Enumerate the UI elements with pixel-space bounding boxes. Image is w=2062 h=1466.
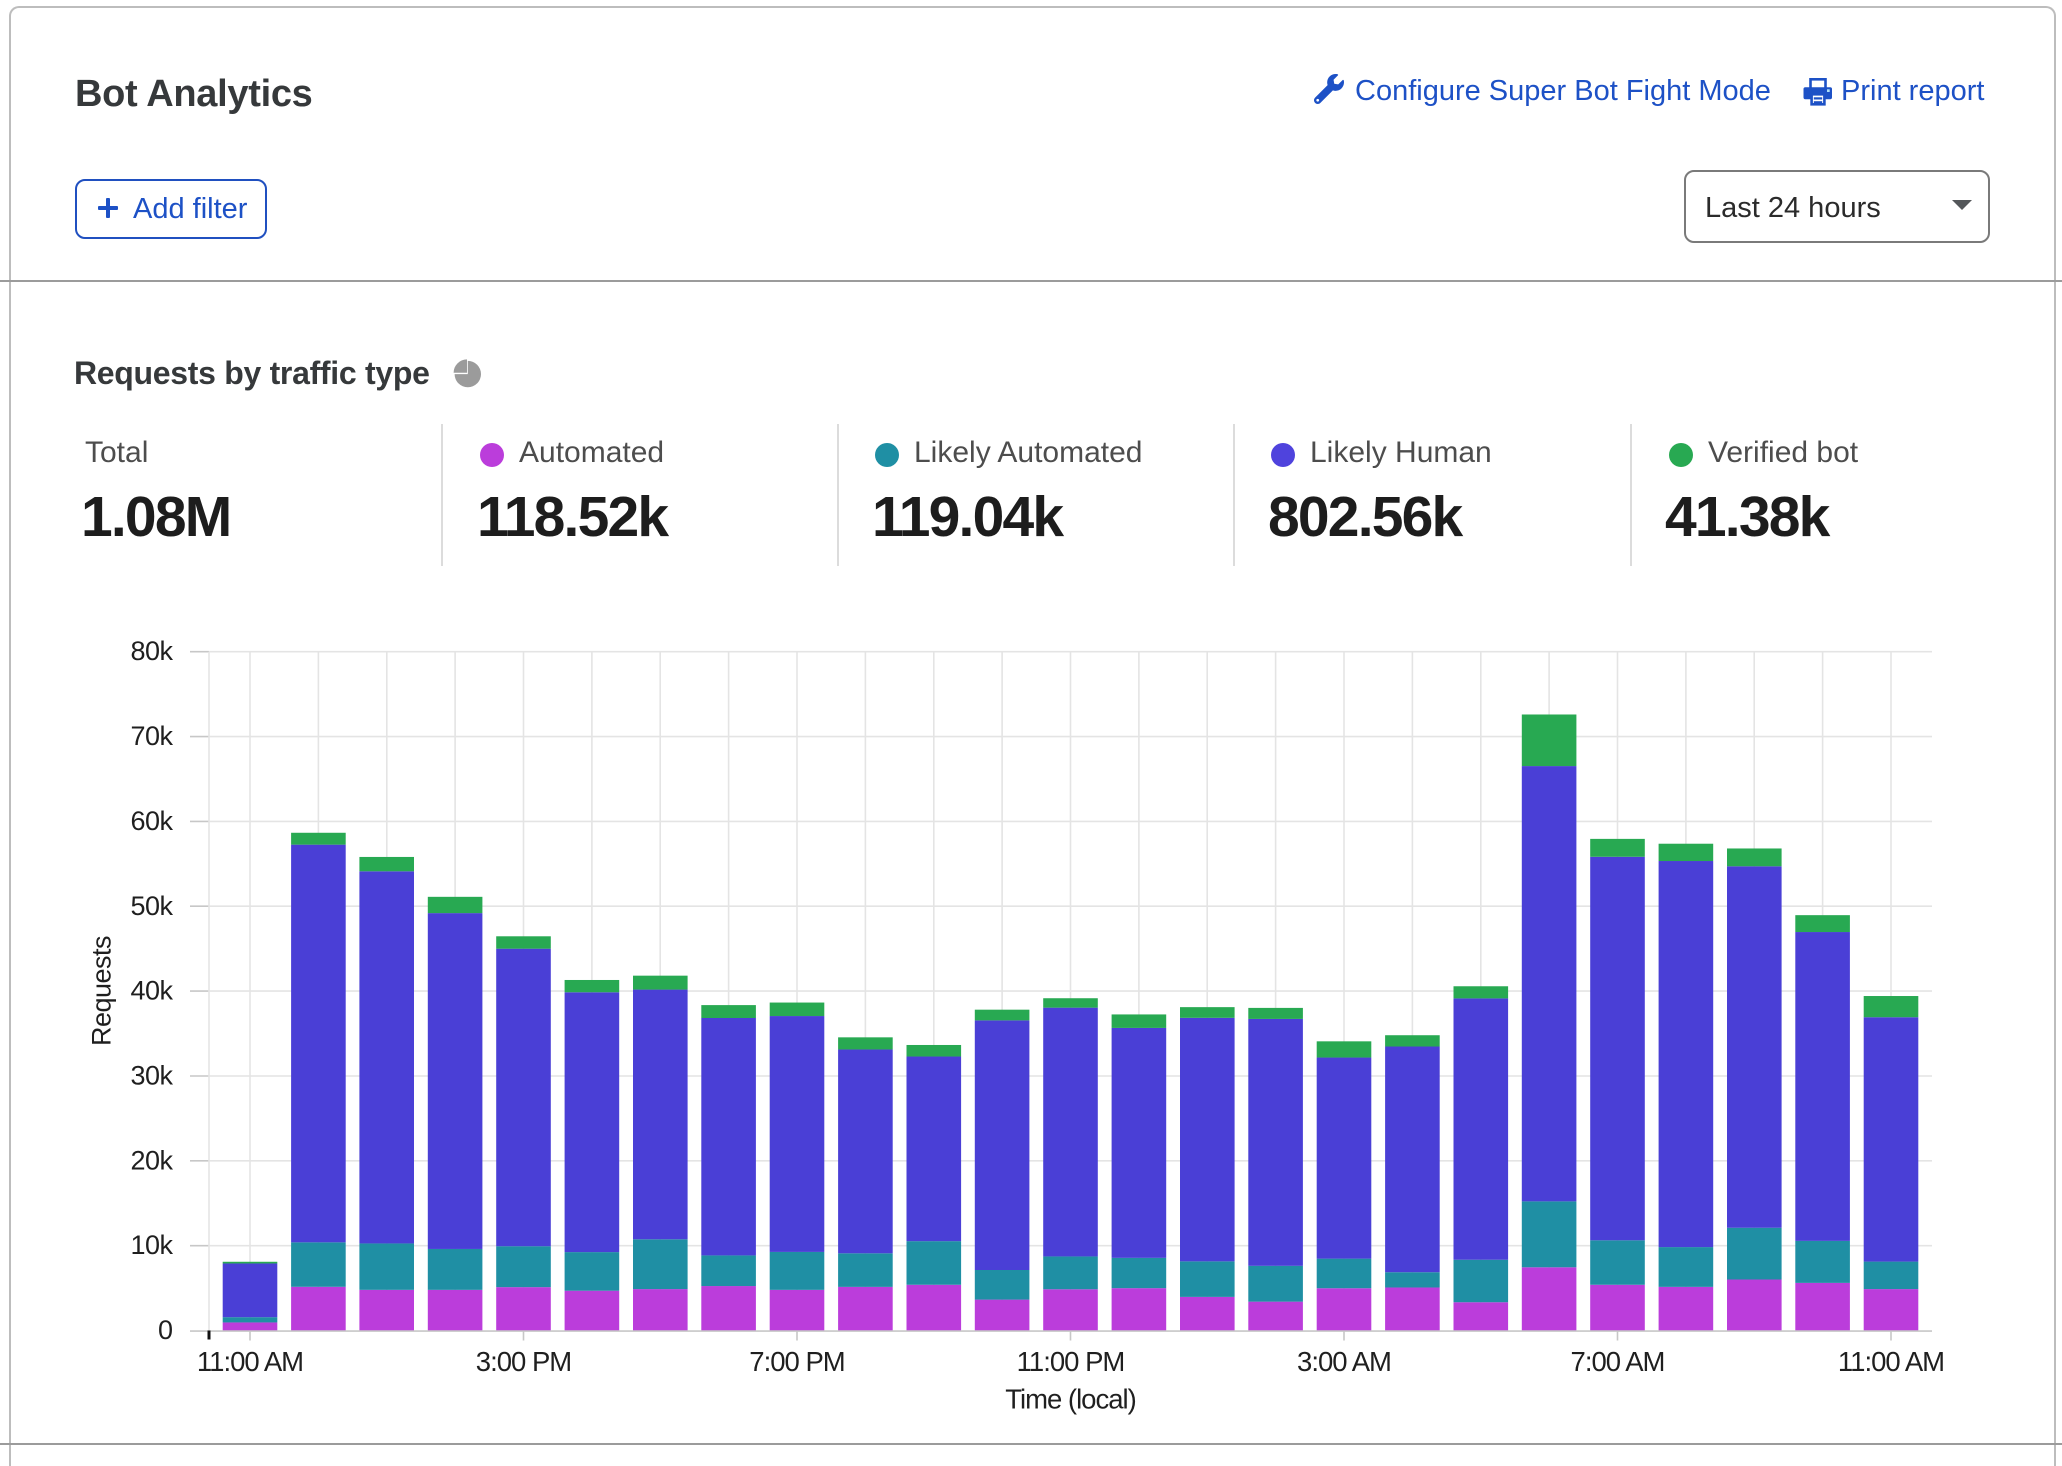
svg-text:11:00 AM: 11:00 AM [197, 1346, 303, 1377]
svg-text:70k: 70k [130, 721, 173, 751]
svg-text:30k: 30k [130, 1061, 173, 1091]
svg-text:40k: 40k [130, 976, 173, 1006]
svg-text:7:00 AM: 7:00 AM [1571, 1346, 1665, 1377]
svg-text:60k: 60k [130, 806, 173, 836]
svg-text:11:00 PM: 11:00 PM [1017, 1346, 1125, 1377]
svg-text:10k: 10k [130, 1230, 173, 1260]
svg-text:50k: 50k [130, 891, 173, 921]
svg-text:Time (local): Time (local) [1005, 1384, 1136, 1415]
svg-text:20k: 20k [130, 1145, 173, 1175]
svg-text:80k: 80k [130, 636, 173, 666]
svg-text:7:00 PM: 7:00 PM [749, 1346, 844, 1377]
svg-text:3:00 PM: 3:00 PM [476, 1346, 571, 1377]
svg-text:11:00 AM: 11:00 AM [1838, 1346, 1944, 1377]
svg-text:0: 0 [158, 1315, 173, 1345]
svg-text:3:00 AM: 3:00 AM [1297, 1346, 1391, 1377]
svg-text:Requests: Requests [87, 936, 117, 1046]
